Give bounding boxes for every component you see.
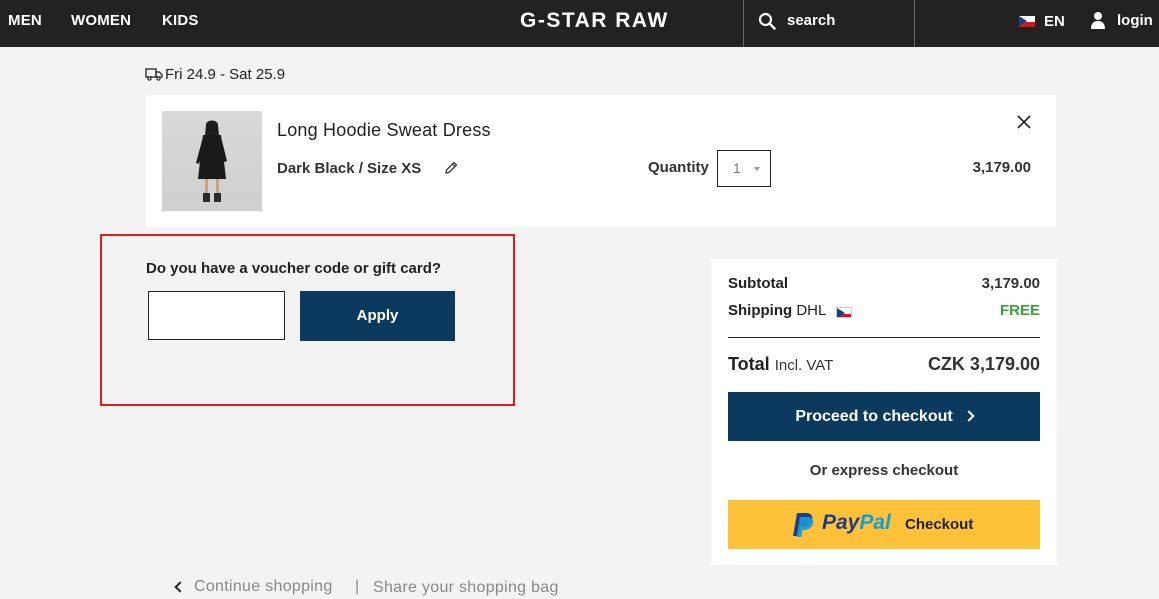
- pencil-icon[interactable]: [444, 161, 458, 175]
- language-selector[interactable]: EN: [1044, 13, 1065, 30]
- search-label: search: [787, 12, 836, 29]
- subtotal-value: 3,179.00: [981, 275, 1040, 292]
- shipping-carrier: DHL: [796, 302, 827, 319]
- quantity-label: Quantity: [648, 159, 709, 176]
- total-value: CZK 3,179.00: [927, 354, 1040, 374]
- paypal-wordmark: PayPal: [822, 511, 891, 535]
- nav-link-women[interactable]: WOMEN: [71, 12, 131, 29]
- nav-link-kids[interactable]: KIDS: [162, 12, 199, 29]
- delivery-dates: Fri 24.9 - Sat 25.9: [165, 66, 286, 83]
- chevron-down-icon: [754, 167, 760, 171]
- user-icon[interactable]: [1090, 11, 1106, 29]
- summary-divider: [728, 337, 1040, 338]
- subtotal-label: Subtotal: [728, 275, 788, 292]
- shipping-row: Shipping DHL: [728, 302, 826, 319]
- paypal-pal-text: Pal: [859, 511, 891, 534]
- search-box[interactable]: search: [743, 0, 915, 47]
- paypal-checkout-button[interactable]: PayPal Checkout: [728, 500, 1040, 549]
- czech-flag-icon: [1019, 16, 1035, 27]
- search-icon: [758, 12, 776, 30]
- item-price: 3,179.00: [972, 159, 1031, 176]
- express-checkout-label: Or express checkout: [809, 462, 959, 479]
- link-separator: |: [355, 578, 360, 595]
- czech-flag-icon: [836, 307, 852, 318]
- total-vat-note: Incl. VAT: [774, 357, 834, 374]
- share-bag-link[interactable]: Share your shopping bag: [373, 579, 559, 597]
- continue-shopping-link[interactable]: Continue shopping: [194, 578, 333, 596]
- login-link[interactable]: login: [1117, 12, 1153, 29]
- truck-icon: [145, 68, 163, 81]
- shipping-value: FREE: [999, 302, 1040, 319]
- paypal-checkout-label: Checkout: [905, 516, 974, 533]
- apply-voucher-button[interactable]: Apply: [300, 291, 455, 341]
- checkout-label: Proceed to checkout: [795, 408, 953, 425]
- chevron-left-icon: [174, 581, 186, 593]
- close-icon[interactable]: [1016, 114, 1032, 130]
- voucher-code-input[interactable]: [148, 291, 285, 340]
- chevron-right-icon: [963, 410, 975, 422]
- shipping-label: Shipping: [728, 302, 793, 319]
- order-summary: Subtotal 3,179.00 Shipping DHL FREE Tota…: [711, 259, 1057, 565]
- voucher-title: Do you have a voucher code or gift card?: [146, 260, 442, 277]
- product-image[interactable]: [162, 111, 262, 211]
- total-row: Total Incl. VAT: [728, 354, 833, 375]
- product-variant: Dark Black / Size XS: [277, 160, 422, 177]
- cart-item-card: Long Hoodie Sweat Dress Dark Black / Siz…: [146, 95, 1056, 227]
- quantity-select[interactable]: 1: [717, 150, 771, 187]
- paypal-logo-icon: [793, 513, 814, 537]
- voucher-section: Do you have a voucher code or gift card?…: [100, 234, 515, 406]
- product-name[interactable]: Long Hoodie Sweat Dress: [277, 120, 491, 141]
- quantity-value: 1: [733, 160, 741, 176]
- paypal-pay-text: Pay: [822, 511, 860, 534]
- brand-logo[interactable]: G-STAR RAW: [520, 9, 669, 33]
- proceed-to-checkout-button[interactable]: Proceed to checkout: [728, 392, 1040, 441]
- top-navigation: MEN WOMEN KIDS G-STAR RAW search EN logi…: [0, 0, 1159, 47]
- total-label: Total: [728, 354, 770, 374]
- nav-link-men[interactable]: MEN: [8, 12, 42, 29]
